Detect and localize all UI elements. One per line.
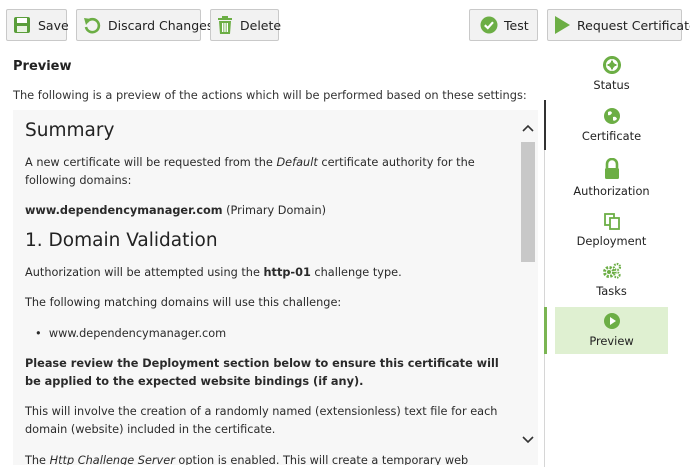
- play-icon: [553, 15, 571, 35]
- nav-item-status[interactable]: Status: [555, 53, 668, 99]
- nav-item-deployment[interactable]: Deployment: [555, 209, 668, 255]
- save-button[interactable]: Save: [6, 9, 69, 41]
- save-icon: [12, 15, 32, 35]
- gears-icon: [602, 261, 622, 281]
- lock-icon: [603, 157, 621, 181]
- matching-domains-text: The following matching domains will use …: [25, 296, 342, 309]
- scroll-up-icon[interactable]: [519, 118, 536, 138]
- nav-divider: [544, 100, 546, 150]
- http-challenge-server-text: The Http Challenge Server option is enab…: [25, 454, 469, 465]
- check-circle-icon: [480, 16, 498, 34]
- delete-button[interactable]: Delete: [210, 9, 281, 41]
- preview-content-panel[interactable]: Summary A new certificate will be reques…: [13, 110, 538, 465]
- summary-text: A new certificate will be requested from…: [25, 156, 475, 187]
- nav-item-authorization[interactable]: Authorization: [555, 155, 668, 201]
- undo-icon: [82, 15, 102, 35]
- domain-validation-heading: 1. Domain Validation: [25, 230, 218, 251]
- scroll-thumb[interactable]: [521, 142, 535, 262]
- scroll-down-icon[interactable]: [519, 430, 536, 450]
- nav-item-tasks[interactable]: Tasks: [555, 259, 668, 305]
- discard-changes-button[interactable]: Discard Changes: [76, 9, 213, 41]
- status-icon: [602, 55, 621, 75]
- authorization-text: Authorization will be attempted using th…: [25, 266, 402, 279]
- scrollbar[interactable]: [519, 110, 536, 465]
- play-circle-icon: [603, 311, 621, 331]
- primary-domain-line: www.dependencymanager.com (Primary Domai…: [25, 204, 327, 217]
- review-warning: Please review the Deployment section bel…: [25, 357, 499, 388]
- preview-intro: The following is a preview of the action…: [13, 88, 527, 102]
- http-file-text: This will involve the creation of a rand…: [25, 405, 498, 436]
- request-certificate-button[interactable]: Request Certificate: [547, 9, 690, 41]
- preview-heading: Preview: [13, 59, 72, 74]
- nav-item-certificate[interactable]: Certificate: [555, 104, 668, 150]
- test-button[interactable]: Test: [469, 9, 538, 41]
- trash-icon: [216, 15, 234, 35]
- copy-icon: [603, 211, 621, 231]
- globe-icon: [603, 106, 621, 126]
- nav-active-indicator: [544, 307, 547, 354]
- summary-heading: Summary: [25, 120, 115, 141]
- nav-item-preview[interactable]: Preview: [555, 307, 668, 354]
